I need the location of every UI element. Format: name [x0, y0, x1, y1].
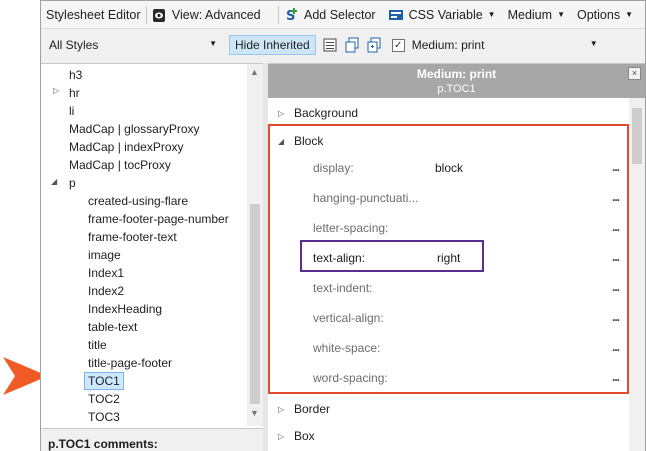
copy-style-icon[interactable] [344, 37, 360, 53]
scroll-up-icon[interactable]: ▲ [250, 67, 259, 77]
tree-item[interactable]: TOC3 [88, 408, 120, 426]
prop-word-spacing-label: word-spacing: [313, 371, 388, 385]
expand-arrow-icon: ▷ [278, 404, 285, 414]
prop-hanging-punctuation-label: hanging-punctuati... [313, 191, 419, 205]
properties-header: Medium: print p.TOC1 × [268, 64, 645, 98]
styles-tree-panel: ▷ ◢ h3 hr li MadCap | glossaryProxy MadC… [41, 63, 263, 451]
view-advanced-label: View: Advanced [171, 7, 261, 22]
main-toolbar: Stylesheet Editor View: Advanced S Add S… [41, 1, 645, 29]
css-variable-label: CSS Variable [408, 7, 483, 22]
filter-toolbar: All Styles ▼ Hide Inherited ✓ Medium: pr… [41, 30, 645, 60]
close-icon[interactable]: × [628, 67, 641, 80]
prop-text-align-label: text-align: [313, 251, 366, 265]
styles-tree: ▷ ◢ h3 hr li MadCap | glossaryProxy MadC… [41, 64, 247, 426]
view-advanced-button[interactable]: View: Advanced [151, 7, 261, 23]
show-list-icon[interactable] [322, 37, 338, 53]
section-label: Box [294, 429, 315, 443]
add-selector-icon: S [283, 7, 299, 23]
prop-white-space-label: white-space: [313, 341, 381, 355]
chevron-down-icon: ▼ [625, 10, 633, 19]
medium-menu-label: Medium [507, 7, 553, 22]
expand-arrow-icon: ▷ [278, 108, 285, 118]
chevron-down-icon: ▼ [557, 10, 565, 19]
prop-display-value[interactable]: block [435, 161, 463, 175]
tree-item[interactable]: title [88, 336, 107, 354]
prop-vertical-align-ellipsis-button[interactable]: ... [612, 310, 620, 324]
tree-item[interactable]: table-text [88, 318, 137, 336]
section-label: Border [294, 402, 331, 416]
collapse-arrow-icon[interactable]: ◢ [51, 177, 57, 186]
eye-icon [151, 7, 167, 23]
tree-item[interactable]: p [69, 174, 76, 192]
section-label: Block [294, 134, 324, 148]
tree-item[interactable]: image [88, 246, 121, 264]
medium-menu[interactable]: Medium ▼ [508, 8, 565, 22]
tree-item[interactable]: Index1 [88, 264, 124, 282]
prop-text-align-value[interactable]: right [437, 251, 460, 265]
collapse-arrow-icon: ◢ [278, 136, 285, 146]
header-medium: Medium: print [416, 67, 497, 81]
comments-label: p.TOC1 comments: [41, 428, 263, 451]
tree-item[interactable]: IndexHeading [88, 300, 162, 318]
css-variable-icon [388, 7, 404, 23]
add-selector-label: Add Selector [303, 7, 376, 22]
medium-select[interactable]: Medium: print ▼ [410, 35, 602, 55]
tree-item[interactable]: created-using-flare [88, 192, 188, 210]
chevron-down-icon: ▼ [209, 39, 217, 48]
new-style-icon[interactable] [366, 37, 382, 53]
properties-panel: Medium: print p.TOC1 × ▷ Background ◢ Bl… [268, 63, 645, 451]
options-menu-label: Options [576, 7, 621, 22]
tree-item[interactable]: MadCap | glossaryProxy [69, 120, 200, 138]
prop-text-indent-ellipsis-button[interactable]: ... [612, 280, 620, 294]
tree-item[interactable]: MadCap | tocProxy [69, 156, 171, 174]
medium-checkbox[interactable]: ✓ [391, 38, 405, 52]
expand-arrow-icon[interactable]: ▷ [53, 86, 59, 95]
prop-text-align-ellipsis-button[interactable]: ... [612, 250, 620, 264]
properties-scrollbar[interactable] [629, 98, 645, 451]
prop-display-label: display: [313, 161, 354, 175]
header-selector: p.TOC1 [437, 83, 476, 95]
prop-word-spacing-ellipsis-button[interactable]: ... [612, 370, 620, 384]
scroll-down-icon[interactable]: ▼ [250, 408, 259, 418]
hide-inherited-toggle[interactable]: Hide Inherited [229, 35, 316, 55]
prop-white-space-ellipsis-button[interactable]: ... [612, 340, 620, 354]
add-selector-button[interactable]: S Add Selector [283, 7, 376, 23]
options-menu[interactable]: Options ▼ [577, 8, 633, 22]
section-box[interactable]: ▷ Box [278, 429, 315, 443]
editor-title: Stylesheet Editor [46, 7, 141, 22]
styles-filter-value: All Styles [49, 38, 99, 52]
tree-item[interactable]: frame-footer-page-number [88, 210, 229, 228]
prop-letter-spacing-label: letter-spacing: [313, 221, 389, 235]
tree-item[interactable]: frame-footer-text [88, 228, 177, 246]
expand-arrow-icon: ▷ [278, 431, 285, 441]
chevron-down-icon: ▼ [589, 39, 598, 48]
tree-item[interactable]: TOC2 [88, 390, 120, 408]
tree-item[interactable]: MadCap | indexProxy [69, 138, 184, 156]
prop-letter-spacing-ellipsis-button[interactable]: ... [612, 220, 620, 234]
styles-filter-select[interactable]: All Styles ▼ [47, 35, 221, 55]
tree-item[interactable]: hr [69, 84, 80, 102]
prop-vertical-align-label: vertical-align: [313, 311, 384, 325]
tree-item[interactable]: h3 [69, 66, 82, 84]
section-label: Background [294, 106, 359, 120]
section-border[interactable]: ▷ Border [278, 402, 330, 416]
prop-text-indent-label: text-indent: [313, 281, 373, 295]
tree-item[interactable]: title-page-footer [88, 354, 172, 372]
prop-display-ellipsis-button[interactable]: ... [612, 160, 620, 174]
section-background[interactable]: ▷ Background [278, 106, 358, 120]
css-variable-menu[interactable]: CSS Variable ▼ [388, 7, 496, 23]
chevron-down-icon: ▼ [487, 10, 496, 19]
medium-select-value: Medium: print [411, 38, 485, 52]
tree-scrollbar-thumb[interactable] [250, 204, 260, 404]
tree-item-selected[interactable]: TOC1 [84, 372, 124, 390]
section-block[interactable]: ◢ Block [278, 134, 323, 148]
tree-item[interactable]: Index2 [88, 282, 124, 300]
properties-scrollbar-thumb[interactable] [632, 108, 642, 164]
tree-scrollbar[interactable]: ▲ ▼ [247, 64, 263, 426]
stylesheet-editor-window: Stylesheet Editor View: Advanced S Add S… [40, 0, 646, 451]
prop-hanging-punctuation-ellipsis-button[interactable]: ... [612, 190, 620, 204]
tree-item[interactable]: li [69, 102, 74, 120]
